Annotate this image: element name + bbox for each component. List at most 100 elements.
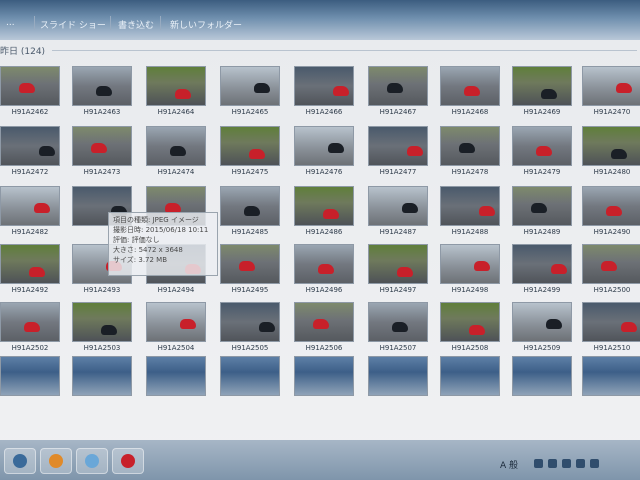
thumbnail-filename[interactable]: H91A2486 — [293, 228, 355, 236]
thumbnail-filename[interactable]: H91A2469 — [511, 108, 573, 116]
photo-thumbnail[interactable] — [512, 356, 572, 396]
photo-thumbnail[interactable] — [440, 186, 500, 226]
thumbnail-filename[interactable]: H91A2477 — [367, 168, 429, 176]
thumbnail-filename[interactable]: H91A2476 — [293, 168, 355, 176]
tray-arrow-icon[interactable] — [562, 459, 571, 468]
thumbnail-filename[interactable]: H91A2500 — [581, 286, 640, 294]
thumbnail-filename[interactable]: H91A2485 — [219, 228, 281, 236]
photo-thumbnail[interactable] — [368, 186, 428, 226]
photo-thumbnail[interactable] — [220, 186, 280, 226]
thumbnail-filename[interactable]: H91A2498 — [439, 286, 501, 294]
thumbnail-filename[interactable]: H91A2475 — [219, 168, 281, 176]
thumbnail-filename[interactable]: H91A2497 — [367, 286, 429, 294]
photo-thumbnail[interactable] — [368, 356, 428, 396]
thumbnail-filename[interactable]: H91A2495 — [219, 286, 281, 294]
thumbnail-filename[interactable]: H91A2474 — [145, 168, 207, 176]
photo-thumbnail[interactable] — [512, 302, 572, 342]
photo-thumbnail[interactable] — [294, 186, 354, 226]
photo-thumbnail[interactable] — [512, 186, 572, 226]
photo-thumbnail[interactable] — [582, 244, 640, 284]
photo-thumbnail[interactable] — [368, 66, 428, 106]
photo-thumbnail[interactable] — [440, 126, 500, 166]
photo-thumbnail[interactable] — [220, 302, 280, 342]
photo-thumbnail[interactable] — [0, 66, 60, 106]
photo-thumbnail[interactable] — [582, 126, 640, 166]
thumbnail-filename[interactable]: H91A2489 — [511, 228, 573, 236]
photo-thumbnail[interactable] — [72, 126, 132, 166]
thumbnail-filename[interactable]: H91A2463 — [71, 108, 133, 116]
photo-thumbnail[interactable] — [220, 126, 280, 166]
photo-thumbnail[interactable] — [72, 356, 132, 396]
thumbnail-filename[interactable]: H91A2488 — [439, 228, 501, 236]
thumbnail-filename[interactable]: H91A2507 — [367, 344, 429, 352]
photo-thumbnail[interactable] — [146, 356, 206, 396]
thumbnail-filename[interactable]: H91A2480 — [581, 168, 640, 176]
thumbnail-filename[interactable]: H91A2465 — [219, 108, 281, 116]
thumbnail-filename[interactable]: H91A2467 — [367, 108, 429, 116]
photo-thumbnail[interactable] — [582, 66, 640, 106]
thumbnail-filename[interactable]: H91A2496 — [293, 286, 355, 294]
thumbnail-filename[interactable]: H91A2487 — [367, 228, 429, 236]
ime-indicator[interactable]: A 般 — [500, 458, 518, 471]
thumbnail-filename[interactable]: H91A2510 — [581, 344, 640, 352]
thumbnail-filename[interactable]: H91A2502 — [0, 344, 61, 352]
photo-thumbnail[interactable] — [440, 356, 500, 396]
photo-thumbnail[interactable] — [368, 126, 428, 166]
thumbnail-filename[interactable]: H91A2479 — [511, 168, 573, 176]
photo-thumbnail[interactable] — [146, 302, 206, 342]
thumbnail-filename[interactable]: H91A2504 — [145, 344, 207, 352]
photo-thumbnail[interactable] — [294, 126, 354, 166]
photo-thumbnail[interactable] — [582, 186, 640, 226]
thumbnail-filename[interactable]: H91A2472 — [0, 168, 61, 176]
photo-thumbnail[interactable] — [294, 356, 354, 396]
photo-thumbnail[interactable] — [440, 302, 500, 342]
thumbnail-filename[interactable]: H91A2478 — [439, 168, 501, 176]
photo-thumbnail[interactable] — [0, 126, 60, 166]
thumbnail-filename[interactable]: H91A2499 — [511, 286, 573, 294]
network-icon[interactable] — [576, 459, 585, 468]
taskbar-media-player[interactable] — [40, 448, 72, 474]
photo-thumbnail[interactable] — [0, 302, 60, 342]
thumbnail-filename[interactable]: H91A2468 — [439, 108, 501, 116]
taskbar-photo-app[interactable] — [112, 448, 144, 474]
start-button[interactable] — [4, 448, 36, 474]
photo-thumbnail[interactable] — [72, 66, 132, 106]
thumbnail-filename[interactable]: H91A2509 — [511, 344, 573, 352]
photo-thumbnail[interactable] — [0, 356, 60, 396]
photo-thumbnail[interactable] — [582, 302, 640, 342]
help-icon[interactable] — [548, 459, 557, 468]
thumbnail-filename[interactable]: H91A2470 — [581, 108, 640, 116]
thumbnail-filename[interactable]: H91A2482 — [0, 228, 61, 236]
photo-thumbnail[interactable] — [0, 244, 60, 284]
photo-thumbnail[interactable] — [220, 66, 280, 106]
thumbnail-filename[interactable]: H91A2508 — [439, 344, 501, 352]
photo-thumbnail[interactable] — [146, 126, 206, 166]
thumbnail-filename[interactable]: H91A2473 — [71, 168, 133, 176]
thumbnail-filename[interactable]: H91A2494 — [145, 286, 207, 294]
photo-thumbnail[interactable] — [294, 302, 354, 342]
thumbnail-filename[interactable]: H91A2506 — [293, 344, 355, 352]
thumbnail-filename[interactable]: H91A2503 — [71, 344, 133, 352]
photo-thumbnail[interactable] — [368, 302, 428, 342]
photo-thumbnail[interactable] — [294, 244, 354, 284]
photo-thumbnail[interactable] — [512, 66, 572, 106]
photo-thumbnail[interactable] — [440, 244, 500, 284]
photo-thumbnail[interactable] — [512, 126, 572, 166]
taskbar-browser[interactable] — [76, 448, 108, 474]
photo-thumbnail[interactable] — [0, 186, 60, 226]
thumbnail-filename[interactable]: H91A2462 — [0, 108, 61, 116]
photo-thumbnail[interactable] — [72, 302, 132, 342]
thumbnail-filename[interactable]: H91A2505 — [219, 344, 281, 352]
thumbnail-filename[interactable]: H91A2493 — [71, 286, 133, 294]
thumbnail-filename[interactable]: H91A2490 — [581, 228, 640, 236]
photo-thumbnail[interactable] — [440, 66, 500, 106]
ime-settings-icon[interactable] — [534, 459, 543, 468]
thumbnail-filename[interactable]: H91A2492 — [0, 286, 61, 294]
thumbnail-filename[interactable]: H91A2466 — [293, 108, 355, 116]
photo-thumbnail[interactable] — [220, 356, 280, 396]
photo-thumbnail[interactable] — [294, 66, 354, 106]
photo-thumbnail[interactable] — [220, 244, 280, 284]
thumbnail-filename[interactable]: H91A2464 — [145, 108, 207, 116]
volume-icon[interactable] — [590, 459, 599, 468]
photo-thumbnail[interactable] — [368, 244, 428, 284]
